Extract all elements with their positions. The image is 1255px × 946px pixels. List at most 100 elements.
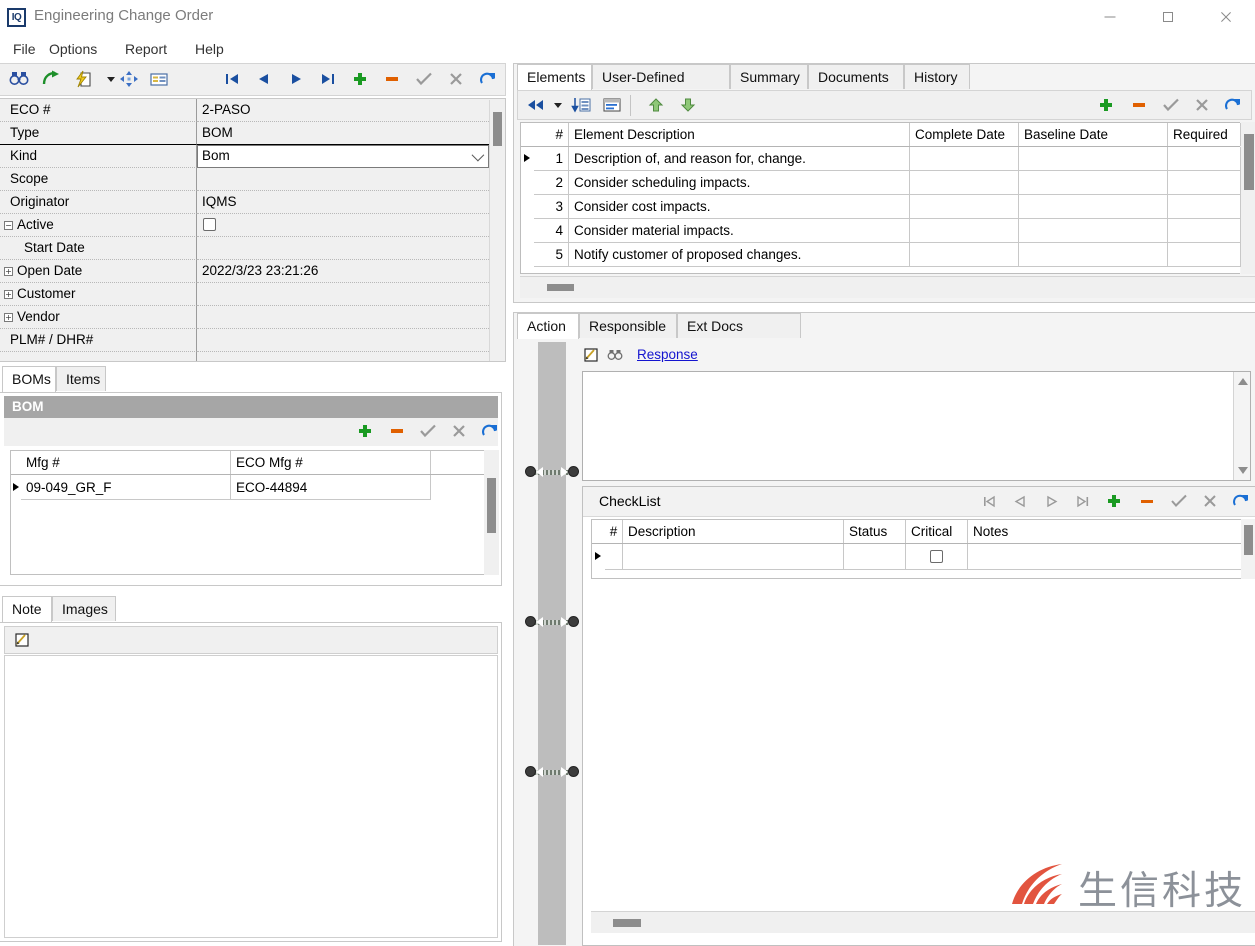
elements-column-baseline-date[interactable]: Baseline Date bbox=[1019, 123, 1168, 146]
find-icon[interactable] bbox=[607, 348, 629, 368]
elements-cell-complete-date[interactable] bbox=[910, 243, 1019, 267]
last-record-icon[interactable] bbox=[318, 70, 340, 90]
form-row-value[interactable] bbox=[197, 329, 489, 352]
dropdown-arrow-icon[interactable] bbox=[551, 96, 573, 116]
tab-action[interactable]: Action bbox=[517, 313, 579, 339]
tab-boms[interactable]: BOMs bbox=[2, 366, 56, 392]
bom-scrollbar-thumb[interactable] bbox=[487, 478, 496, 533]
form-row[interactable]: Scope bbox=[0, 168, 489, 191]
table-row[interactable]: 1 Description of, and reason for, change. bbox=[521, 147, 1241, 171]
table-row[interactable]: 09-049_GR_F ECO-44894 bbox=[11, 475, 498, 501]
form-row[interactable]: PLM# / DHR# bbox=[0, 329, 489, 352]
checklist-scrollbar[interactable] bbox=[1241, 519, 1255, 579]
previous-record-icon[interactable] bbox=[1010, 492, 1032, 512]
form-row[interactable]: Start Date bbox=[0, 237, 489, 260]
elements-cell-num[interactable]: 5 bbox=[534, 243, 569, 267]
post-icon[interactable] bbox=[418, 422, 440, 442]
checklist-column-status[interactable]: Status bbox=[844, 520, 906, 543]
next-record-icon[interactable] bbox=[1042, 492, 1064, 512]
elements-cell-complete-date[interactable] bbox=[910, 219, 1019, 243]
form-row-value[interactable]: 2022/3/23 23:21:26 bbox=[197, 260, 489, 283]
add-icon[interactable] bbox=[350, 70, 372, 90]
add-icon[interactable] bbox=[1104, 492, 1126, 512]
table-row[interactable]: 2 Consider scheduling impacts. bbox=[521, 171, 1241, 195]
expand-icon[interactable]: + bbox=[4, 267, 13, 276]
checklist-column-critical[interactable]: Critical bbox=[906, 520, 968, 543]
checklist-scrollbar-thumb[interactable] bbox=[1244, 525, 1253, 555]
tab-summary[interactable]: Summary bbox=[730, 64, 808, 89]
form-scrollbar-thumb[interactable] bbox=[493, 112, 502, 146]
cancel-icon[interactable] bbox=[1200, 492, 1222, 512]
form-row[interactable]: ECO # 2-PASO bbox=[0, 99, 489, 122]
bom-grid[interactable]: Mfg # ECO Mfg # 09-049_GR_F ECO-44894 bbox=[10, 450, 498, 575]
checklist-grid[interactable]: # Description Status Critical Notes bbox=[591, 519, 1242, 579]
grid-layout-icon[interactable] bbox=[601, 96, 623, 116]
tab-documents[interactable]: Documents bbox=[808, 64, 904, 89]
minimize-button[interactable] bbox=[1087, 0, 1133, 34]
first-record-icon[interactable] bbox=[979, 492, 1001, 512]
form-row-value[interactable] bbox=[197, 283, 489, 306]
tab-items[interactable]: Items bbox=[56, 366, 106, 391]
next-record-icon[interactable] bbox=[286, 70, 308, 90]
menu-item-options[interactable]: Options bbox=[42, 39, 104, 59]
form-row-value[interactable] bbox=[197, 214, 489, 237]
chevron-down-icon[interactable] bbox=[471, 148, 485, 162]
post-icon[interactable] bbox=[414, 70, 436, 90]
move-icon[interactable] bbox=[119, 70, 141, 90]
checkbox-icon[interactable] bbox=[930, 550, 943, 563]
cancel-icon[interactable] bbox=[1192, 96, 1214, 116]
refresh-icon[interactable] bbox=[478, 70, 500, 90]
elements-cell-complete-date[interactable] bbox=[910, 147, 1019, 171]
checklist-column-num[interactable]: # bbox=[605, 520, 623, 543]
elements-hscrollbar-thumb[interactable] bbox=[547, 284, 574, 291]
tab-note[interactable]: Note bbox=[2, 596, 52, 622]
checkbox-icon[interactable] bbox=[203, 218, 216, 231]
table-row[interactable] bbox=[592, 544, 1242, 570]
form-row[interactable]: Type BOM bbox=[0, 122, 489, 145]
response-link[interactable]: Response bbox=[637, 347, 698, 362]
delete-icon[interactable] bbox=[382, 70, 404, 90]
elements-cell-description[interactable]: Description of, and reason for, change. bbox=[569, 147, 910, 171]
bom-column-eco-mfg[interactable]: ECO Mfg # bbox=[231, 451, 431, 474]
checklist-column-description[interactable]: Description bbox=[623, 520, 844, 543]
note-edit-icon[interactable] bbox=[13, 631, 35, 651]
elements-cell-required[interactable] bbox=[1168, 243, 1241, 267]
bom-scrollbar[interactable] bbox=[484, 450, 499, 575]
table-row[interactable]: 4 Consider material impacts. bbox=[521, 219, 1241, 243]
tab-elements[interactable]: Elements bbox=[517, 64, 592, 90]
bom-cell-eco-mfg[interactable]: ECO-44894 bbox=[231, 475, 431, 500]
form-row[interactable]: + Vendor bbox=[0, 306, 489, 329]
elements-cell-baseline-date[interactable] bbox=[1019, 243, 1168, 267]
elements-cell-required[interactable] bbox=[1168, 219, 1241, 243]
splitter-handle-bottom[interactable] bbox=[525, 765, 579, 779]
elements-cell-description[interactable]: Consider cost impacts. bbox=[569, 195, 910, 219]
elements-horizontal-scrollbar[interactable] bbox=[520, 276, 1255, 298]
elements-grid[interactable]: # Element Description Complete Date Base… bbox=[520, 122, 1241, 274]
elements-column-required[interactable]: Required bbox=[1168, 123, 1241, 146]
checklist-column-notes[interactable]: Notes bbox=[968, 520, 1242, 543]
elements-column-complete-date[interactable]: Complete Date bbox=[910, 123, 1019, 146]
elements-cell-baseline-date[interactable] bbox=[1019, 195, 1168, 219]
last-record-icon[interactable] bbox=[1073, 492, 1095, 512]
sort-descending-icon[interactable] bbox=[571, 96, 593, 116]
elements-cell-num[interactable]: 4 bbox=[534, 219, 569, 243]
checklist-cell-num[interactable] bbox=[605, 544, 623, 570]
elements-scrollbar-thumb[interactable] bbox=[1244, 134, 1254, 190]
tab-responsible[interactable]: Responsible bbox=[579, 313, 677, 338]
form-row-value[interactable]: 2-PASO bbox=[197, 99, 489, 122]
response-scrollbar[interactable] bbox=[1233, 372, 1250, 480]
expand-icon[interactable]: + bbox=[4, 290, 13, 299]
forward-arrow-icon[interactable] bbox=[41, 70, 63, 90]
previous-record-icon[interactable] bbox=[254, 70, 276, 90]
form-row-value[interactable] bbox=[197, 237, 489, 260]
elements-cell-complete-date[interactable] bbox=[910, 195, 1019, 219]
checklist-cell-notes[interactable] bbox=[968, 544, 1242, 570]
refresh-icon[interactable] bbox=[1223, 96, 1245, 116]
elements-cell-required[interactable] bbox=[1168, 171, 1241, 195]
post-icon[interactable] bbox=[1161, 96, 1183, 116]
form-row[interactable]: + Open Date 2022/3/23 23:21:26 bbox=[0, 260, 489, 283]
expand-icon[interactable]: + bbox=[4, 313, 13, 322]
bom-column-mfg[interactable]: Mfg # bbox=[21, 451, 231, 474]
maximize-button[interactable] bbox=[1145, 0, 1191, 34]
cancel-icon[interactable] bbox=[446, 70, 468, 90]
